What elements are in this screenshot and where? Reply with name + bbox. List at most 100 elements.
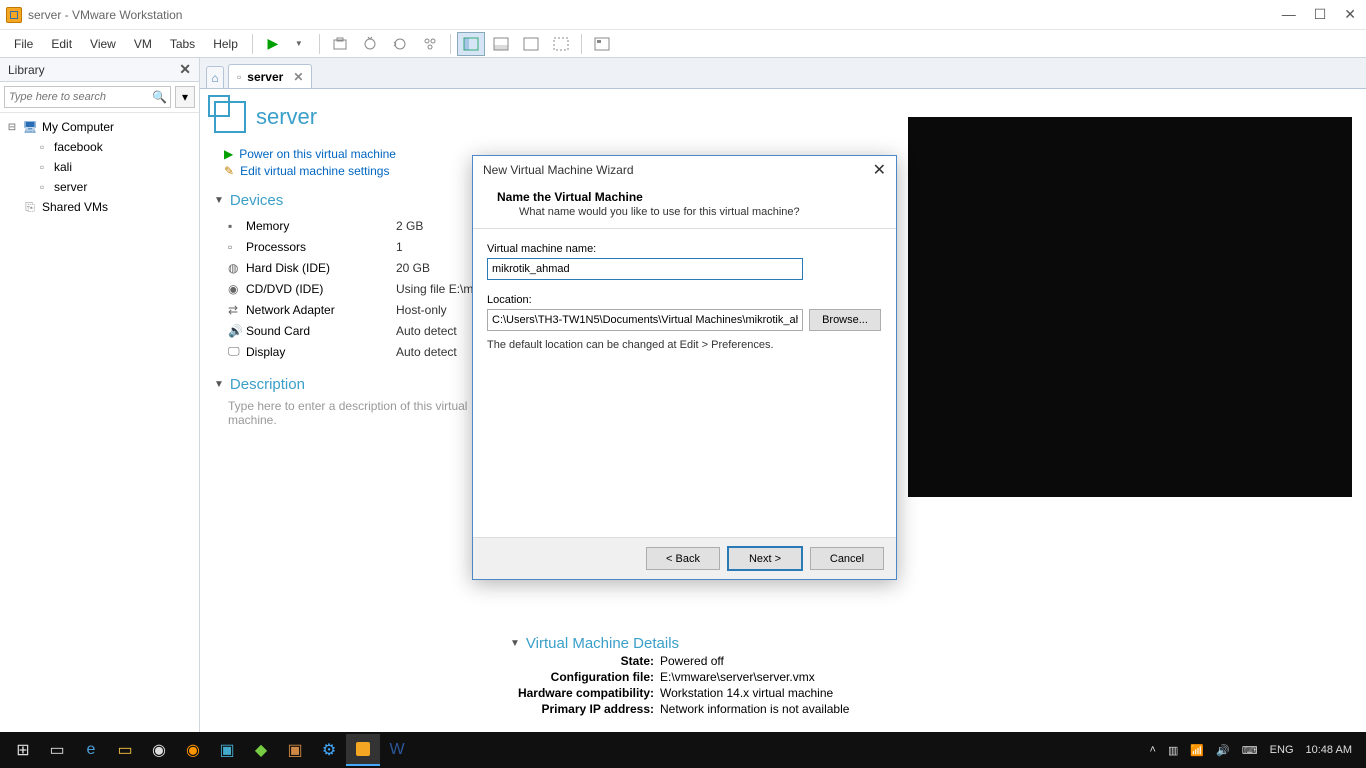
tree-my-computer[interactable]: ⊟ 🖥 My Computer — [0, 117, 199, 137]
tree-item-label: kali — [54, 160, 72, 174]
play-icon: ▶ — [224, 147, 233, 161]
view-fullscreen-button[interactable] — [517, 32, 545, 56]
menu-vm[interactable]: VM — [126, 33, 160, 55]
detail-value: Powered off — [660, 654, 724, 668]
snapshot-take-button[interactable] — [356, 32, 384, 56]
device-icon: ▪ — [228, 219, 246, 233]
next-button[interactable]: Next > — [728, 547, 802, 570]
device-name: Processors — [246, 240, 396, 254]
dialog-title: New Virtual Machine Wizard — [483, 163, 634, 177]
expand-icon — [6, 202, 18, 213]
view-console-button[interactable] — [588, 32, 616, 56]
taskbar-app-explorer[interactable]: ▭ — [108, 734, 142, 766]
library-search-input[interactable] — [4, 86, 171, 108]
new-vm-wizard-dialog: New Virtual Machine Wizard ✕ Name the Vi… — [472, 155, 897, 580]
taskbar-app-generic2[interactable]: ▣ — [278, 734, 312, 766]
device-name: Sound Card — [246, 324, 396, 338]
home-tab[interactable]: ⌂ — [206, 66, 224, 88]
snapshot-revert-button[interactable] — [386, 32, 414, 56]
tray-volume-icon[interactable]: 🔊 — [1216, 744, 1230, 757]
tray-battery-icon[interactable]: ▥ — [1168, 744, 1178, 757]
browse-button[interactable]: Browse... — [809, 309, 881, 331]
view-sidebar-button[interactable] — [457, 32, 485, 56]
library-header: Library ✕ — [0, 58, 199, 82]
dialog-hint: The default location can be changed at E… — [487, 339, 882, 351]
tray-chevron-icon[interactable]: ˄ — [1150, 744, 1156, 756]
menu-help[interactable]: Help — [205, 33, 246, 55]
tree-item-kali[interactable]: ▫ kali — [0, 157, 199, 177]
dialog-heading: Name the Virtual Machine — [497, 190, 896, 204]
library-title: Library — [8, 63, 45, 77]
tree-item-label: facebook — [54, 140, 103, 154]
vm-icon: ▫ — [34, 180, 50, 194]
snapshot-manager-button[interactable] — [416, 32, 444, 56]
shared-icon: ⎘ — [22, 200, 38, 214]
detail-value: Network information is not available — [660, 702, 849, 716]
device-name: Network Adapter — [246, 303, 396, 317]
menu-file[interactable]: File — [6, 33, 41, 55]
tray-keyboard-icon[interactable]: ⌨ — [1242, 744, 1258, 757]
vm-name-heading: server — [256, 104, 317, 130]
details-section-header[interactable]: ▼ Virtual Machine Details — [510, 635, 1352, 652]
close-tab-button[interactable]: ✕ — [293, 70, 303, 84]
taskbar-app-settings[interactable]: ⚙ — [312, 734, 346, 766]
location-label: Location: — [487, 294, 882, 306]
tray-clock[interactable]: 10:48 AM — [1306, 744, 1352, 756]
tree-item-facebook[interactable]: ▫ facebook — [0, 137, 199, 157]
search-filter-button[interactable]: ▾ — [175, 86, 195, 108]
close-window-button[interactable]: ✕ — [1344, 6, 1356, 23]
menu-view[interactable]: View — [82, 33, 124, 55]
vm-name-input[interactable] — [487, 258, 803, 280]
caret-down-icon: ▼ — [214, 195, 224, 206]
taskbar-app-generic1[interactable]: ◆ — [244, 734, 278, 766]
vm-tab-label: server — [247, 70, 283, 84]
device-name: CD/DVD (IDE) — [246, 282, 396, 296]
location-input[interactable] — [487, 309, 803, 331]
taskbar-app-firefox[interactable]: ◉ — [176, 734, 210, 766]
power-button[interactable]: ▶ — [259, 32, 287, 56]
taskbar-app-cmd[interactable]: ▣ — [210, 734, 244, 766]
tray-language[interactable]: ENG — [1270, 744, 1294, 756]
description-placeholder[interactable]: Type here to enter a description of this… — [228, 399, 468, 427]
task-view-button[interactable]: ▭ — [40, 734, 74, 766]
tree-item-label: server — [54, 180, 87, 194]
tree-shared-vms[interactable]: ⎘ Shared VMs — [0, 197, 199, 217]
vm-tab-server[interactable]: ▫ server ✕ — [228, 64, 312, 88]
vm-large-icon — [214, 101, 246, 133]
snapshot-button[interactable] — [326, 32, 354, 56]
menu-edit[interactable]: Edit — [43, 33, 80, 55]
library-tree: ⊟ 🖥 My Computer ▫ facebook ▫ kali ▫ serv… — [0, 113, 199, 221]
library-close-button[interactable]: ✕ — [179, 61, 191, 78]
detail-hw: Hardware compatibility: Workstation 14.x… — [510, 686, 1352, 700]
windows-taskbar: ⊞ ▭ e ▭ ◉ ◉ ▣ ◆ ▣ ⚙ W ˄ ▥ 📶 🔊 ⌨ ENG 10:4… — [0, 732, 1366, 768]
tree-item-server[interactable]: ▫ server — [0, 177, 199, 197]
edit-icon: ✎ — [224, 164, 234, 178]
back-button[interactable]: < Back — [646, 547, 720, 570]
vm-icon: ▫ — [34, 140, 50, 154]
detail-value: Workstation 14.x virtual machine — [660, 686, 833, 700]
taskbar-app-vmware[interactable] — [346, 734, 380, 766]
cancel-button[interactable]: Cancel — [810, 547, 884, 570]
minimize-button[interactable]: — — [1282, 6, 1296, 23]
vm-icon: ▫ — [34, 160, 50, 174]
device-value: Auto detect — [396, 324, 457, 338]
expand-icon[interactable]: ⊟ — [6, 122, 18, 133]
view-unity-button[interactable] — [547, 32, 575, 56]
taskbar-app-word[interactable]: W — [380, 734, 414, 766]
start-button[interactable]: ⊞ — [6, 734, 40, 766]
device-icon: 🔊 — [228, 324, 246, 338]
menu-bar: File Edit View VM Tabs Help ▶ ▼ — [0, 30, 1366, 58]
vm-preview-screen[interactable] — [908, 117, 1352, 497]
device-value: 2 GB — [396, 219, 423, 233]
taskbar-app-chrome[interactable]: ◉ — [142, 734, 176, 766]
detail-value: E:\vmware\server\server.vmx — [660, 670, 815, 684]
tray-wifi-icon[interactable]: 📶 — [1190, 744, 1204, 757]
maximize-button[interactable]: ☐ — [1314, 6, 1327, 23]
edit-settings-label: Edit virtual machine settings — [240, 164, 389, 178]
taskbar-app-edge[interactable]: e — [74, 734, 108, 766]
power-dropdown[interactable]: ▼ — [285, 32, 313, 56]
menu-tabs[interactable]: Tabs — [162, 33, 203, 55]
dialog-close-button[interactable]: ✕ — [873, 160, 886, 180]
power-on-label: Power on this virtual machine — [239, 147, 396, 161]
view-thumbnail-button[interactable] — [487, 32, 515, 56]
